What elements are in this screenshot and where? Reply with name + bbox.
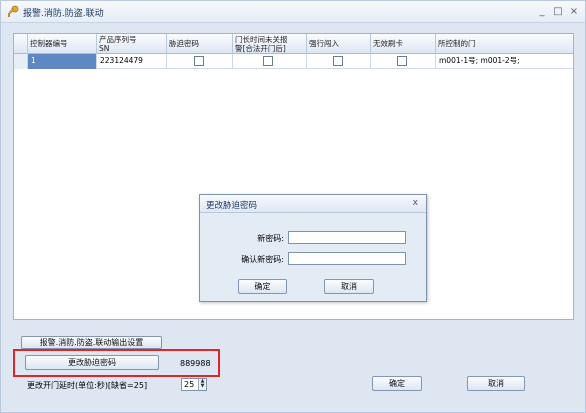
door-delay-spinner[interactable]: 25 ▲ ▼: [181, 378, 207, 391]
column-header-forced-entry[interactable]: 强行闯入: [307, 34, 371, 54]
cell-controlled-doors[interactable]: m001-1号; m001-2号;: [436, 54, 573, 69]
row-selector-header: [14, 34, 28, 54]
column-header-sn[interactable]: 产品序列号 SN: [97, 34, 167, 54]
row-selector[interactable]: [14, 54, 28, 69]
cell-controller-no[interactable]: 1: [28, 54, 97, 69]
column-header-door-open-alarm[interactable]: 门长时间未关报 警[合法开门后]: [233, 34, 307, 54]
minimize-button[interactable]: _: [535, 5, 549, 18]
column-header-controller-no[interactable]: 控制器编号: [28, 34, 97, 54]
forced-entry-checkbox[interactable]: [333, 56, 343, 66]
column-header-invalid-card[interactable]: 无效刷卡: [371, 34, 436, 54]
dialog-close-button[interactable]: x: [413, 198, 418, 208]
column-header-sn-sub: SN: [99, 44, 110, 53]
door-delay-label: 更改开门延时(单位:秒)[缺省=25]: [27, 381, 148, 390]
spinner-buttons[interactable]: ▲ ▼: [198, 379, 206, 390]
dialog-title-bar: 更改胁迫密码 x: [200, 195, 426, 213]
change-duress-password-dialog: 更改胁迫密码 x 新密码: 确认新密码: 确定 取消: [199, 194, 427, 302]
door-open-alarm-checkbox[interactable]: [263, 56, 273, 66]
main-window: 报警.消防.防盗.联动 _ □ × 控制器编号 产品序列号 SN 胁迫密码 门长…: [0, 0, 586, 413]
window-title: 报警.消防.防盗.联动: [23, 9, 104, 19]
cell-duress-password: [167, 54, 233, 69]
table-header: 控制器编号 产品序列号 SN 胁迫密码 门长时间未关报 警[合法开门后] 强行闯…: [14, 34, 573, 54]
column-header-sn-label: 产品序列号: [99, 35, 137, 44]
dialog-ok-button[interactable]: 确定: [238, 279, 287, 294]
key-icon: [8, 5, 19, 17]
cell-forced-entry: [307, 54, 371, 69]
column-header-door-open-alarm-label: 门长时间未关报: [235, 35, 288, 44]
cell-sn[interactable]: 223124479: [97, 54, 167, 69]
dialog-title: 更改胁迫密码: [206, 201, 258, 211]
cell-door-open-alarm: [233, 54, 307, 69]
close-button[interactable]: ×: [567, 5, 581, 18]
new-password-label: 新密码:: [257, 234, 284, 243]
linkage-output-settings-button[interactable]: 报警.消防.防盗.联动输出设置: [21, 336, 162, 349]
title-bar: 报警.消防.防盗.联动 _ □ ×: [1, 1, 585, 23]
confirm-password-label: 确认新密码:: [241, 255, 284, 264]
ok-button[interactable]: 确定: [372, 376, 422, 391]
door-delay-value[interactable]: 25: [184, 379, 194, 390]
cancel-button[interactable]: 取消: [467, 376, 525, 391]
confirm-password-field[interactable]: [288, 252, 406, 265]
spin-down-icon[interactable]: ▼: [199, 384, 206, 389]
dialog-cancel-button[interactable]: 取消: [324, 279, 374, 294]
invalid-card-checkbox[interactable]: [397, 56, 407, 66]
cell-invalid-card: [371, 54, 436, 69]
column-header-duress-password[interactable]: 胁迫密码: [167, 34, 233, 54]
table-row[interactable]: 1 223124479 m001-1号; m001-2号;: [14, 54, 573, 69]
new-password-field[interactable]: [288, 231, 406, 244]
maximize-button[interactable]: □: [551, 5, 565, 18]
column-header-controlled-doors[interactable]: 所控制的门: [436, 34, 573, 54]
duress-password-checkbox[interactable]: [194, 56, 204, 66]
duress-password-value: 889988: [180, 359, 211, 368]
change-duress-password-button[interactable]: 更改胁迫密码: [25, 355, 159, 370]
column-header-door-open-alarm-sub: 警[合法开门后]: [235, 44, 286, 53]
